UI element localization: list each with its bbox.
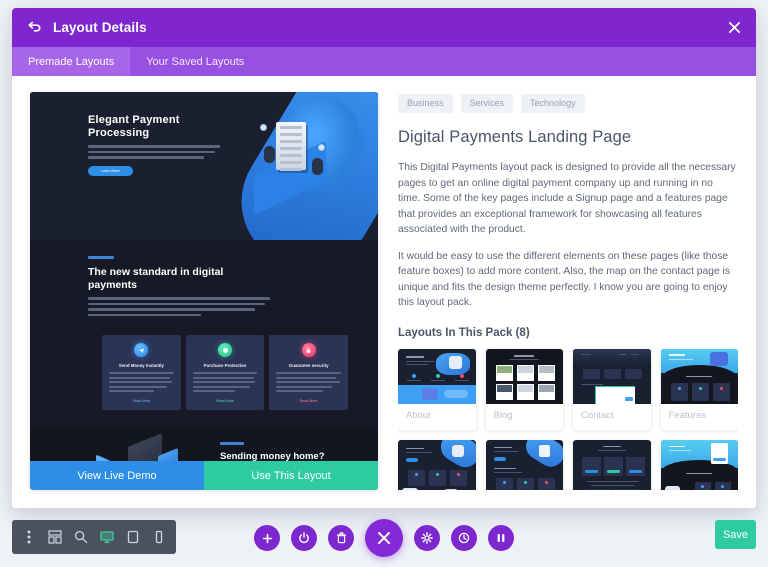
layouts-in-pack-heading: Layouts In This Pack (8) bbox=[398, 326, 530, 339]
view-live-demo-button[interactable]: View Live Demo bbox=[30, 461, 204, 490]
layout-details-panel: Business Services Technology Digital Pay… bbox=[398, 92, 738, 490]
pause-bars-icon[interactable] bbox=[488, 525, 514, 551]
feature-box-title: Purchase Protection bbox=[203, 363, 247, 368]
layout-thumbnail-landing bbox=[485, 439, 563, 490]
preview-standard-section: The new standard in digital payments bbox=[30, 240, 378, 329]
use-this-layout-button[interactable]: Use This Layout bbox=[204, 461, 378, 490]
preview-hero-button[interactable]: Learn More bbox=[88, 165, 133, 176]
layout-card-home[interactable]: Home bbox=[398, 439, 476, 490]
layout-thumbnail-grid: About Blog Contact Features bbox=[398, 348, 738, 490]
category-tag-technology[interactable]: Technology bbox=[521, 94, 585, 113]
layout-preview-panel: Elegant Payment Processing Learn More Th… bbox=[30, 92, 378, 490]
layout-thumbnail-about bbox=[398, 348, 476, 404]
preview-hero-copy: Elegant Payment Processing Learn More bbox=[88, 114, 220, 176]
tablet-view-icon[interactable] bbox=[120, 520, 146, 554]
app-root: Layout Details Premade Layouts Your Save… bbox=[0, 0, 768, 567]
view-toolbar bbox=[12, 520, 176, 554]
power-icon[interactable] bbox=[291, 525, 317, 551]
isometric-devices-illustration bbox=[88, 433, 208, 461]
preview-feature-boxes: Send Money Instantly Read More Purchase … bbox=[30, 329, 378, 428]
modal-titlebar: Layout Details bbox=[12, 8, 756, 47]
feature-box[interactable]: Guarantee security Read More bbox=[269, 335, 349, 410]
preview-sending-eyebrow bbox=[220, 441, 244, 445]
save-button[interactable]: Save bbox=[715, 520, 756, 549]
layout-card-label: About bbox=[406, 409, 431, 421]
layout-card-about[interactable]: About bbox=[398, 348, 476, 430]
modal-tabbar: Premade Layouts Your Saved Layouts bbox=[12, 47, 756, 76]
layout-card-contact[interactable]: Contact bbox=[573, 348, 651, 430]
layout-card-label: Features bbox=[668, 409, 707, 421]
isometric-server-illustration bbox=[250, 114, 342, 216]
back-arrow-icon[interactable] bbox=[26, 20, 42, 36]
modal-title: Layout Details bbox=[53, 20, 147, 35]
feature-box-link[interactable]: Read More bbox=[216, 399, 234, 403]
feature-box-title: Guarantee security bbox=[288, 363, 329, 368]
preview-sending-section: Sending money home? bbox=[30, 427, 378, 461]
description-paragraph-2: It would be easy to use the different el… bbox=[398, 250, 730, 309]
layout-card-blog[interactable]: Blog bbox=[485, 348, 563, 430]
preview-cta-row: View Live Demo Use This Layout bbox=[30, 461, 378, 490]
layout-card-pricing[interactable]: Pricing bbox=[573, 439, 651, 490]
layout-preview-viewport[interactable]: Elegant Payment Processing Learn More Th… bbox=[30, 92, 378, 461]
layout-thumbnail-contact bbox=[573, 348, 651, 404]
category-tag-business[interactable]: Business bbox=[398, 94, 453, 113]
tab-premade-layouts[interactable]: Premade Layouts bbox=[12, 47, 131, 76]
preview-standard-heading: The new standard in digital payments bbox=[88, 266, 224, 291]
preview-eyebrow-bar bbox=[88, 256, 114, 259]
send-money-icon bbox=[134, 343, 149, 357]
layout-thumbnail-shop bbox=[660, 439, 738, 490]
preview-hero-heading: Elegant Payment Processing bbox=[88, 114, 180, 139]
history-clock-icon[interactable] bbox=[451, 525, 477, 551]
preview-hero-button-label: Learn More bbox=[101, 168, 120, 173]
layout-thumbnail-home bbox=[398, 439, 476, 490]
close-icon[interactable] bbox=[726, 20, 742, 36]
category-tag-row: Business Services Technology bbox=[398, 94, 738, 113]
layout-thumbnail-features bbox=[660, 348, 738, 404]
feature-box-link[interactable]: Read More bbox=[300, 399, 318, 403]
layout-card-features[interactable]: Features bbox=[660, 348, 738, 430]
feature-box-title: Send Money Instantly bbox=[118, 363, 164, 368]
more-vertical-icon[interactable] bbox=[16, 520, 42, 554]
layout-details-modal: Layout Details Premade Layouts Your Save… bbox=[12, 8, 756, 508]
description-paragraph-1: This Digital Payments layout pack is des… bbox=[398, 162, 736, 235]
phone-view-icon[interactable] bbox=[146, 520, 172, 554]
tab-your-saved-layouts[interactable]: Your Saved Layouts bbox=[130, 47, 260, 76]
gear-icon[interactable] bbox=[414, 525, 440, 551]
layout-card-shop[interactable]: Shop bbox=[660, 439, 738, 490]
grid-layout-icon[interactable] bbox=[42, 520, 68, 554]
feature-box[interactable]: Purchase Protection Read More bbox=[185, 335, 265, 410]
zoom-icon[interactable] bbox=[68, 520, 94, 554]
plus-icon[interactable] bbox=[254, 525, 280, 551]
page-title: Digital Payments Landing Page bbox=[398, 128, 632, 146]
bottom-toolbar-zone: Save bbox=[0, 500, 768, 567]
purchase-protection-icon bbox=[218, 343, 232, 357]
trash-icon[interactable] bbox=[328, 525, 354, 551]
toolbar-caret bbox=[375, 500, 393, 508]
category-tag-services[interactable]: Services bbox=[460, 94, 514, 113]
feature-box-link[interactable]: Read More bbox=[132, 399, 150, 403]
preview-standard-body-lines bbox=[88, 297, 270, 316]
modal-body: Elegant Payment Processing Learn More Th… bbox=[12, 76, 756, 508]
layout-thumbnail-blog bbox=[485, 348, 563, 404]
guarantee-security-icon bbox=[301, 343, 316, 357]
layout-card-label: Blog bbox=[493, 409, 513, 421]
feature-box[interactable]: Send Money Instantly Read More bbox=[102, 335, 181, 410]
layout-card-landing[interactable]: Landing bbox=[485, 439, 563, 490]
close-x-icon[interactable] bbox=[365, 519, 403, 557]
layout-card-label: Contact bbox=[581, 409, 614, 421]
editor-action-buttons bbox=[254, 519, 514, 557]
desktop-view-icon[interactable] bbox=[94, 520, 120, 554]
preview-sending-copy: Sending money home? bbox=[220, 441, 340, 461]
layout-thumbnail-pricing bbox=[573, 439, 651, 490]
preview-sending-heading: Sending money home? bbox=[220, 450, 325, 461]
preview-hero-section: Elegant Payment Processing Learn More bbox=[30, 92, 378, 240]
